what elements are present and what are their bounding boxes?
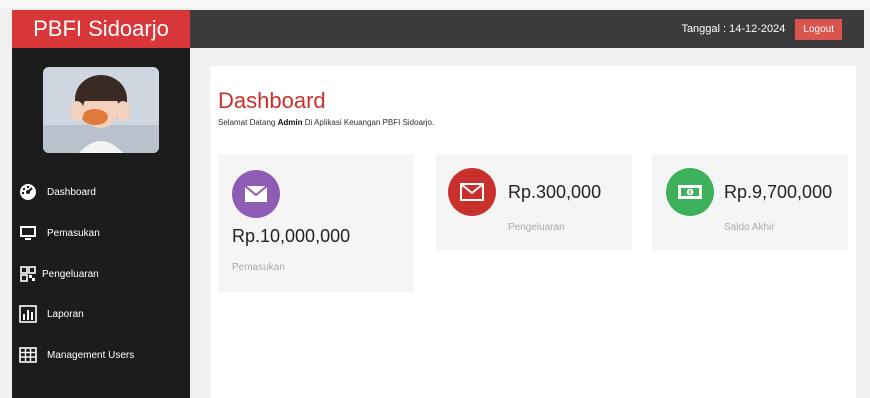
money-icon [666, 168, 714, 216]
welcome-text: Selamat Datang Admin Di Aplikasi Keuanga… [218, 118, 434, 127]
card-saldo-akhir[interactable]: Rp.9,700,000 Saldo Akhir [652, 154, 848, 250]
monitor-icon [18, 223, 38, 243]
card-amount: Rp.9,700,000 [724, 182, 833, 202]
app-brand[interactable]: PBFI Sidoarjo [12, 10, 190, 48]
welcome-user: Admin [277, 118, 303, 127]
date-label: Tanggal : 14-12-2024 [681, 23, 786, 35]
window-top-strip [0, 0, 870, 8]
top-bar: Tanggal : 14-12-2024 Logout [190, 10, 864, 48]
welcome-prefix: Selamat Datang [218, 118, 276, 127]
card-pemasukan[interactable]: Rp.10,000,000 Pemasukan [218, 154, 414, 292]
envelope-icon [232, 170, 280, 218]
main-panel: Dashboard Selamat Datang Admin Di Aplika… [210, 66, 856, 398]
bar-chart-icon [18, 304, 38, 324]
qrcode-icon [18, 264, 38, 284]
card-amount: Rp.10,000,000 [232, 226, 351, 246]
sidebar-item-laporan[interactable]: Laporan [18, 302, 84, 326]
sidebar: Dashboard Pemasukan Pengeluaran Laporan … [12, 48, 190, 398]
sidebar-item-label: Laporan [47, 308, 84, 320]
sidebar-item-label: Dashboard [47, 186, 96, 198]
sidebar-item-label: Pengeluaran [42, 268, 99, 280]
card-caption: Saldo Akhir [724, 222, 775, 233]
card-pengeluaran[interactable]: Rp.300,000 Pengeluaran [436, 154, 632, 250]
logout-button[interactable]: Logout [795, 18, 842, 40]
avatar [43, 67, 159, 153]
card-caption: Pemasukan [232, 262, 285, 273]
welcome-suffix: Di Aplikasi Keuangan PBFI Sidoarjo. [304, 118, 435, 127]
envelope-icon [448, 168, 496, 216]
page-title: Dashboard [218, 88, 326, 113]
sidebar-item-pengeluaran[interactable]: Pengeluaran [18, 262, 99, 286]
sidebar-item-management-users[interactable]: Management Users [18, 343, 134, 367]
sidebar-item-label: Pemasukan [47, 227, 100, 239]
card-amount: Rp.300,000 [508, 182, 602, 202]
table-icon [18, 345, 38, 365]
sidebar-item-dashboard[interactable]: Dashboard [18, 180, 96, 204]
tachometer-icon [18, 182, 38, 202]
sidebar-item-pemasukan[interactable]: Pemasukan [18, 221, 100, 245]
avatar-photo [43, 67, 159, 153]
card-caption: Pengeluaran [508, 222, 565, 233]
sidebar-item-label: Management Users [47, 349, 135, 361]
